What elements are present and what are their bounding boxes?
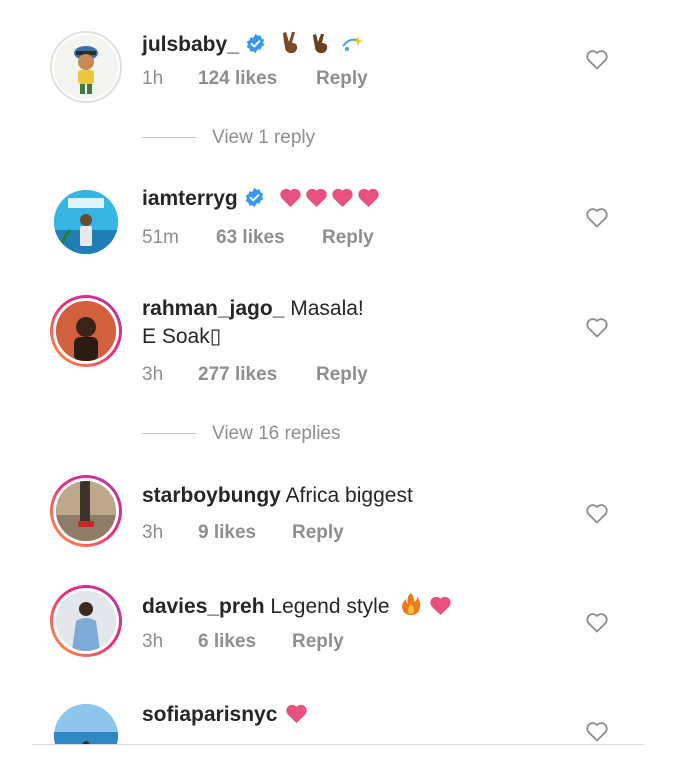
avatar-photo-image: [56, 591, 116, 651]
likes-count[interactable]: 6 likes: [198, 630, 256, 654]
victory-hand-icon: [310, 30, 332, 61]
sparkle-icon: [339, 32, 365, 61]
avatar-photo-image: [56, 301, 116, 361]
username[interactable]: sofiaparisnyc: [142, 703, 277, 726]
heart-icon: [279, 187, 302, 215]
avatar-cartoon-image: [54, 35, 118, 99]
view-replies-label: View 1 reply: [212, 127, 316, 148]
comment-time: 3h: [142, 522, 164, 543]
reply-button[interactable]: Reply: [316, 363, 368, 387]
likes-count[interactable]: 9 likes: [198, 521, 256, 545]
like-heart-icon[interactable]: [585, 316, 609, 338]
avatar[interactable]: [50, 31, 122, 103]
bottom-divider: [32, 744, 644, 745]
avatar[interactable]: [50, 475, 122, 547]
comment-text: Africa biggest: [285, 484, 413, 507]
comment-text-line2: E Soak▯: [142, 325, 222, 348]
likes-count[interactable]: 277 likes: [198, 363, 277, 387]
view-replies-button[interactable]: View 1 reply: [142, 126, 315, 150]
comment-time: 1h: [142, 68, 164, 89]
fire-icon: [401, 592, 421, 623]
avatar[interactable]: [50, 585, 122, 657]
view-replies-label: View 16 replies: [212, 423, 341, 444]
comment-text: Masala!: [290, 297, 364, 320]
comment-time: 51m: [142, 227, 179, 248]
victory-hand-icon: [280, 30, 302, 61]
verified-badge-icon: [245, 187, 263, 208]
reply-button[interactable]: Reply: [292, 630, 344, 654]
comment-time: 3h: [142, 364, 164, 385]
like-heart-icon[interactable]: [585, 48, 609, 70]
avatar[interactable]: [50, 186, 122, 258]
like-heart-icon[interactable]: [585, 720, 609, 742]
replies-divider: [142, 137, 196, 139]
like-heart-icon[interactable]: [585, 502, 609, 524]
avatar-photo-image: [54, 190, 118, 254]
like-heart-icon[interactable]: [585, 611, 609, 633]
comment-text: Legend style: [270, 595, 390, 618]
username[interactable]: julsbaby_: [142, 33, 239, 56]
verified-badge-icon: [246, 33, 265, 54]
username[interactable]: starboybungy: [142, 484, 281, 507]
comment-time: 3h: [142, 631, 164, 652]
reply-button[interactable]: Reply: [292, 521, 344, 545]
username[interactable]: rahman_jago_: [142, 297, 284, 320]
heart-icon: [285, 703, 308, 731]
avatar[interactable]: [50, 295, 122, 367]
view-replies-button[interactable]: View 16 replies: [142, 422, 341, 446]
avatar-photo-image: [56, 481, 116, 541]
reply-button[interactable]: Reply: [316, 67, 368, 91]
heart-icon: [357, 187, 380, 215]
reply-button[interactable]: Reply: [322, 226, 374, 250]
heart-icon: [429, 595, 452, 623]
username[interactable]: iamterryg: [142, 187, 238, 210]
likes-count[interactable]: 124 likes: [198, 67, 277, 91]
heart-icon: [331, 187, 354, 215]
replies-divider: [142, 433, 196, 435]
like-heart-icon[interactable]: [585, 206, 609, 228]
heart-icon: [305, 187, 328, 215]
avatar-photo-image: [54, 704, 118, 744]
username[interactable]: davies_preh: [142, 595, 265, 618]
avatar[interactable]: [50, 700, 122, 744]
likes-count[interactable]: 63 likes: [216, 226, 285, 250]
